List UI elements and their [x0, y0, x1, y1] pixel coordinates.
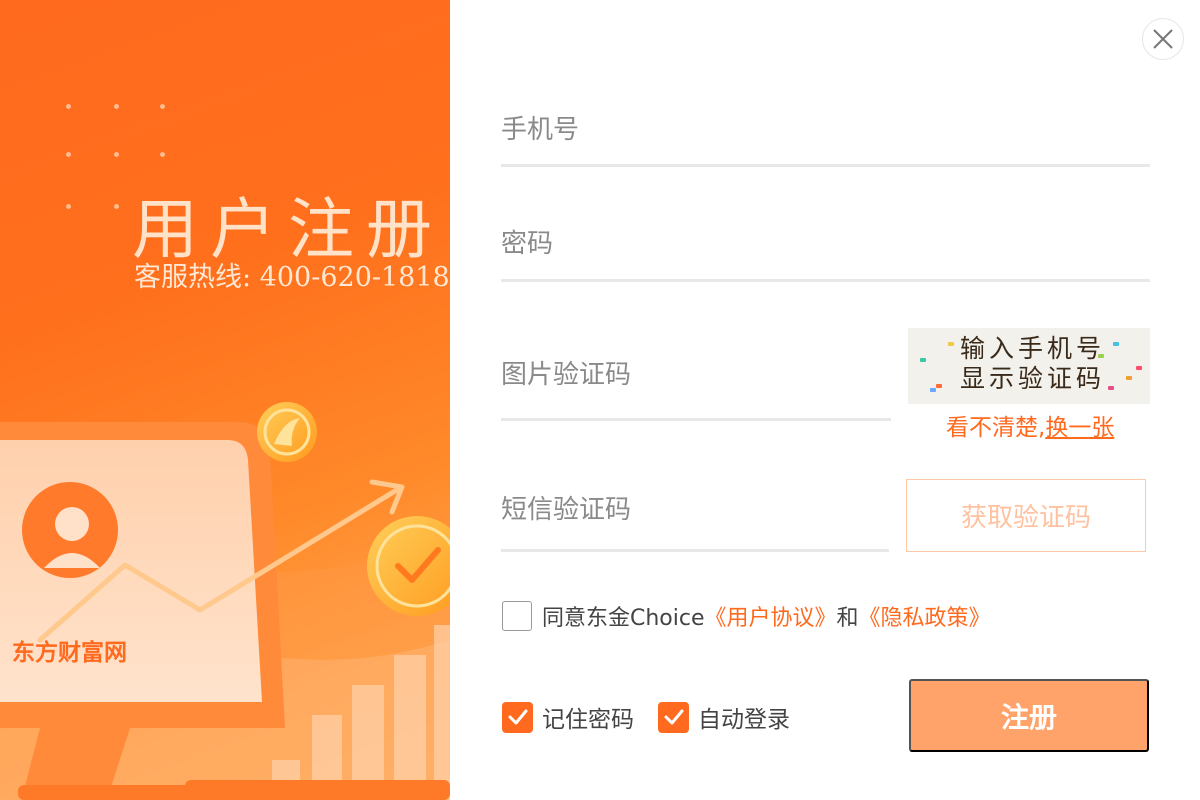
- sms-code-underline: [501, 549, 889, 552]
- sms-code-placeholder: 短信验证码: [501, 495, 632, 525]
- checkmark-icon: [664, 709, 683, 725]
- agree-and: 和: [836, 606, 859, 631]
- auto-login-checkbox[interactable]: [658, 701, 689, 733]
- agree-prefix: 同意东金Choice: [542, 606, 705, 631]
- brand-coin-icon: [257, 402, 317, 462]
- password-underline: [501, 279, 1150, 282]
- auto-login-label: 自动登录: [698, 707, 790, 733]
- monitor-illustration: [0, 402, 450, 800]
- remember-password-label: 记住密码: [542, 707, 634, 733]
- brand-panel: 用户注册 客服热线: 400-620-1818 东方财富网: [0, 0, 450, 800]
- close-icon: [1153, 29, 1173, 49]
- register-button[interactable]: 注册: [909, 679, 1149, 752]
- remember-password-option[interactable]: 记住密码: [502, 700, 634, 734]
- image-captcha-underline: [501, 418, 891, 421]
- phone-placeholder: 手机号: [501, 115, 580, 145]
- user-agreement-link[interactable]: 《用户协议》: [705, 600, 837, 632]
- password-placeholder: 密码: [501, 229, 554, 259]
- remember-password-checkbox[interactable]: [502, 701, 533, 733]
- phone-underline: [501, 164, 1150, 167]
- agree-checkbox[interactable]: [502, 601, 532, 631]
- brand-logo-text: 东方财富网: [12, 640, 127, 666]
- user-avatar-icon: [22, 482, 118, 578]
- captcha-refresh-link[interactable]: 换一张: [1045, 415, 1114, 441]
- captcha-image[interactable]: 输入手机号 显示验证码: [908, 328, 1150, 404]
- checkmark-icon: [508, 709, 527, 725]
- close-button[interactable]: [1142, 18, 1184, 60]
- image-captcha-placeholder: 图片验证码: [501, 360, 632, 390]
- captcha-text: 输入手机号 显示验证码: [960, 334, 1106, 393]
- agreement-row: 同意东金Choice 《用户协议》 和 《隐私政策》: [502, 598, 991, 634]
- privacy-policy-link[interactable]: 《隐私政策》: [859, 600, 991, 632]
- captcha-unclear-text: 看不清楚,: [946, 415, 1046, 441]
- captcha-refresh-row: 看不清楚,换一张: [946, 408, 1114, 442]
- get-code-button[interactable]: 获取验证码: [906, 479, 1146, 552]
- auto-login-option[interactable]: 自动登录: [658, 700, 790, 734]
